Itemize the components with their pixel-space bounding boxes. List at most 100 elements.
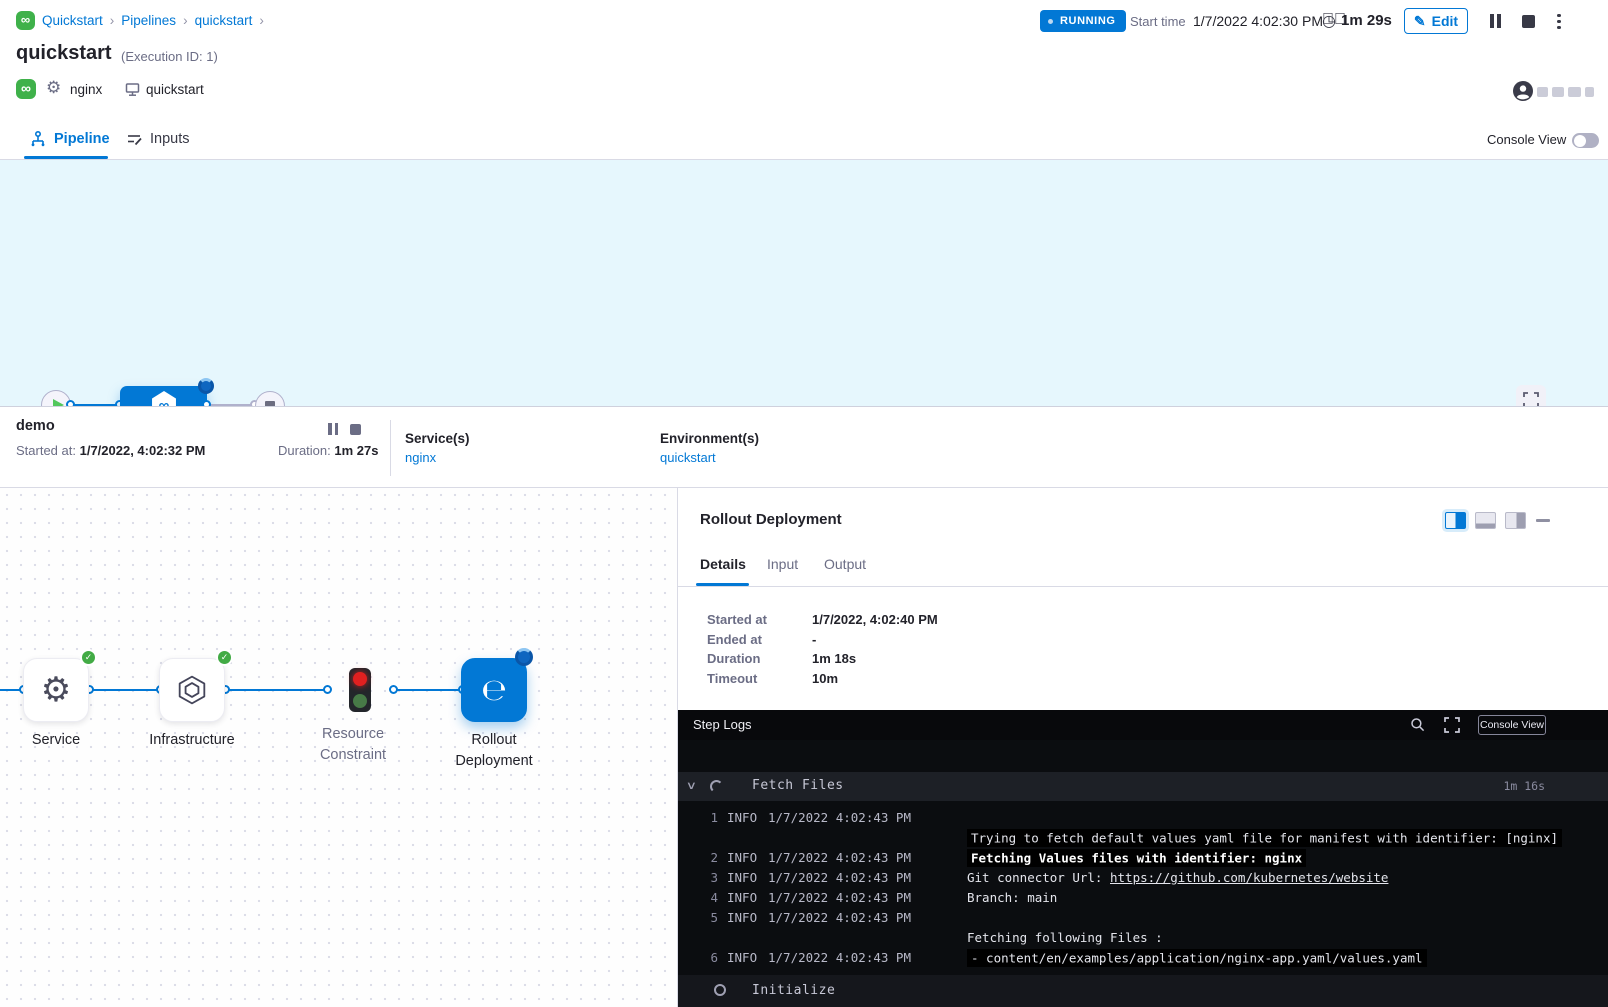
breadcrumb-pipeline-name[interactable]: quickstart xyxy=(195,13,253,28)
service-gear-icon: ⚙ xyxy=(46,78,61,98)
stage-duration: Duration: 1m 27s xyxy=(278,443,378,458)
step-logs-console: Step Logs Console View ∨ Fetch Files 1m … xyxy=(678,710,1608,1007)
more-options-button[interactable] xyxy=(1552,11,1566,32)
git-connector-url-link[interactable]: https://github.com/kubernetes/website xyxy=(1110,870,1388,885)
log-section-name: Initialize xyxy=(752,983,835,998)
tab-input[interactable]: Input xyxy=(767,556,798,572)
tab-output[interactable]: Output xyxy=(824,556,866,572)
log-timestamp: 1/7/2022 4:02:43 PM xyxy=(768,888,911,908)
breadcrumb-pipelines[interactable]: Pipelines xyxy=(121,13,176,28)
log-line-number: 2 xyxy=(678,848,718,868)
console-view-toggle[interactable] xyxy=(1572,133,1599,148)
step-node-resource-constraint[interactable] xyxy=(349,668,371,712)
tab-inputs[interactable]: Inputs xyxy=(126,131,190,147)
log-line: 6INFO1/7/2022 4:02:43 PM- content/en/exa… xyxy=(678,948,1608,968)
section-running-spinner-icon xyxy=(710,780,723,793)
log-level: INFO xyxy=(727,868,757,888)
detail-value: 1m 18s xyxy=(812,651,856,666)
layout-split-right-button[interactable] xyxy=(1445,512,1466,529)
environments-value-link[interactable]: quickstart xyxy=(660,450,716,465)
expand-logs-icon[interactable] xyxy=(1444,717,1460,733)
log-section-name: Fetch Files xyxy=(752,778,844,793)
minimize-panel-button[interactable] xyxy=(1536,519,1550,522)
stage-name: demo xyxy=(16,418,55,434)
log-message: Fetching following Files : xyxy=(967,930,1163,945)
edge xyxy=(89,689,163,691)
step-logs-title: Step Logs xyxy=(693,717,752,732)
services-value-link[interactable]: nginx xyxy=(405,450,436,465)
environment-chip[interactable]: quickstart xyxy=(146,82,204,97)
breadcrumb-separator: › xyxy=(252,13,271,28)
connector-dot xyxy=(323,685,332,694)
stop-pipeline-button[interactable] xyxy=(1522,15,1535,28)
elapsed-time: 1m 29s xyxy=(1341,12,1392,29)
log-line-number: 3 xyxy=(678,868,718,888)
status-badge-label: RUNNING xyxy=(1060,15,1116,27)
log-line-number: 5 xyxy=(678,908,718,928)
log-level: INFO xyxy=(727,848,757,868)
log-timestamp: 1/7/2022 4:02:43 PM xyxy=(768,948,911,968)
log-timestamp: 1/7/2022 4:02:43 PM xyxy=(768,868,911,888)
step-label-service: Service xyxy=(1,730,111,751)
redacted-text xyxy=(1568,87,1581,97)
pause-pipeline-button[interactable] xyxy=(1490,14,1501,28)
step-node-infrastructure[interactable] xyxy=(159,658,225,722)
redacted-text xyxy=(1585,87,1594,97)
log-line: 1INFO1/7/2022 4:02:43 PM xyxy=(678,808,1608,828)
tab-inputs-label: Inputs xyxy=(150,131,190,147)
divider xyxy=(678,586,1608,587)
log-line: Trying to fetch default values yaml file… xyxy=(678,828,1608,848)
execution-graph-canvas[interactable]: ⚙ ✓ ✓ ℮ Service Infrastructure Resource … xyxy=(0,488,678,1007)
log-section-duration: 1m 16s xyxy=(1503,779,1545,793)
stop-stage-button[interactable] xyxy=(350,424,361,435)
start-time-label: Start time xyxy=(1130,14,1186,29)
harness-cd-logo-icon: ∞ xyxy=(16,11,35,30)
breadcrumb-project[interactable]: Quickstart xyxy=(42,13,103,28)
view-tab-bar: Pipeline Inputs Console View xyxy=(0,118,1608,160)
start-time-value: 1/7/2022 4:02:30 PM xyxy=(1193,13,1323,29)
execution-detail-area: ⚙ ✓ ✓ ℮ Service Infrastructure Resource … xyxy=(0,488,1608,1007)
step-label-resource-constraint: Resource Constraint xyxy=(305,724,401,766)
log-message: Trying to fetch default values yaml file… xyxy=(967,829,1562,847)
log-lines: 1INFO1/7/2022 4:02:43 PM Trying to fetch… xyxy=(678,808,1608,968)
rolling-deploy-icon: ℮ xyxy=(481,673,507,708)
tab-pipeline-label: Pipeline xyxy=(54,131,110,147)
detail-value: - xyxy=(812,632,816,647)
log-section-initialize[interactable]: Initialize xyxy=(678,975,1608,1007)
step-node-service[interactable]: ⚙ xyxy=(23,658,89,722)
duration-label: Duration: xyxy=(278,443,331,458)
edge xyxy=(225,689,331,691)
user-avatar[interactable] xyxy=(1513,81,1533,101)
step-details-panel: Rollout Deployment Details Input Output … xyxy=(678,488,1608,1007)
service-chip[interactable]: nginx xyxy=(70,82,102,97)
pending-circle-icon xyxy=(714,984,726,996)
layout-bottom-button[interactable] xyxy=(1475,512,1496,529)
tab-details[interactable]: Details xyxy=(700,556,746,572)
log-timestamp: 1/7/2022 4:02:43 PM xyxy=(768,848,911,868)
pause-stage-button[interactable] xyxy=(328,423,338,435)
step-node-rollout-deployment[interactable]: ℮ xyxy=(461,658,527,722)
log-message: Git connector Url: https://github.com/ku… xyxy=(967,870,1388,885)
step-panel-title: Rollout Deployment xyxy=(700,511,842,528)
tab-pipeline[interactable]: Pipeline xyxy=(30,131,110,147)
edge xyxy=(393,689,465,691)
log-line-number: 1 xyxy=(678,808,718,828)
layout-right-panel-button[interactable] xyxy=(1505,512,1526,529)
page-title: quickstart xyxy=(16,42,112,65)
pipeline-graph-canvas[interactable]: ∞ demo + − xyxy=(0,160,1608,406)
search-icon[interactable] xyxy=(1410,717,1425,732)
logs-console-view-button[interactable]: Console View xyxy=(1478,715,1546,735)
started-label: Started at: xyxy=(16,443,76,458)
detail-value: 10m xyxy=(812,671,838,686)
log-line: 4INFO1/7/2022 4:02:43 PMBranch: main xyxy=(678,888,1608,908)
log-section-fetch-files[interactable]: ∨ Fetch Files 1m 16s xyxy=(678,772,1608,801)
log-line: Fetching following Files : xyxy=(678,928,1608,948)
active-tab-underline xyxy=(24,156,108,159)
edit-button[interactable]: ✎ Edit xyxy=(1404,8,1468,34)
harness-cd-logo-icon: ∞ xyxy=(16,79,36,99)
toggle-knob xyxy=(1574,135,1586,147)
log-timestamp: 1/7/2022 4:02:43 PM xyxy=(768,908,911,928)
status-badge: RUNNING xyxy=(1040,10,1126,32)
log-timestamp: 1/7/2022 4:02:43 PM xyxy=(768,808,911,828)
traffic-green-light-icon xyxy=(353,694,367,708)
